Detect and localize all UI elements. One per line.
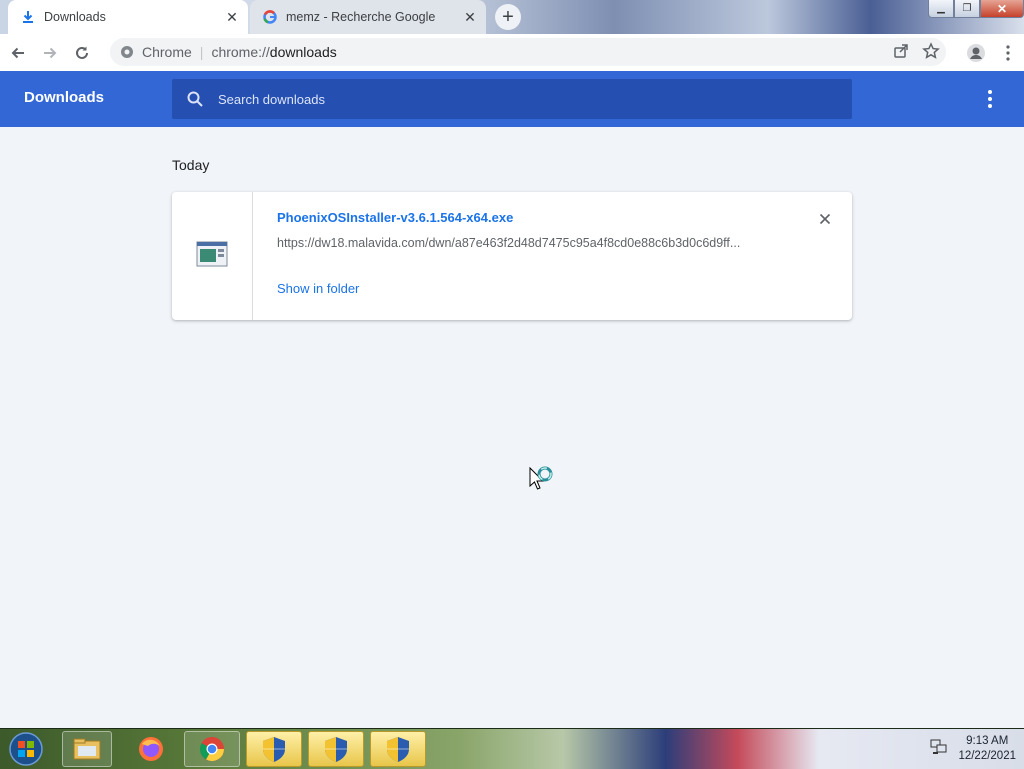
kebab-menu-icon[interactable] — [994, 39, 1022, 67]
system-clock[interactable]: 9:13 AM 12/22/2021 — [958, 734, 1016, 764]
uac-shield-icon[interactable] — [370, 731, 426, 767]
chrome-site-icon — [120, 45, 134, 59]
uac-shield-icon[interactable] — [246, 731, 302, 767]
show-in-folder-link[interactable]: Show in folder — [277, 281, 359, 296]
uac-shield-icon[interactable] — [308, 731, 364, 767]
tab-title: Downloads — [44, 10, 106, 24]
tab-title: memz - Recherche Google — [286, 10, 436, 24]
tab-downloads[interactable]: Downloads ✕ — [8, 0, 248, 34]
installer-file-icon — [196, 241, 228, 272]
close-window-icon[interactable]: ✕ — [980, 0, 1024, 18]
restore-icon[interactable]: ❐ — [954, 0, 980, 18]
file-name-link[interactable]: PhoenixOSInstaller-v3.6.1.564-x64.exe — [277, 210, 513, 225]
search-bar[interactable] — [172, 79, 852, 119]
close-tab-icon[interactable]: ✕ — [462, 9, 478, 25]
window-controls: ▁ ❐ ✕ — [928, 0, 1024, 20]
file-icon-area — [172, 192, 253, 320]
search-icon — [186, 90, 204, 108]
new-tab-button[interactable]: + — [495, 4, 521, 30]
firefox-icon[interactable] — [124, 731, 178, 767]
site-name: Chrome — [142, 44, 192, 60]
network-icon[interactable] — [930, 739, 948, 760]
browser-toolbar: Chrome | chrome://downloads — [0, 34, 1024, 71]
system-tray: 9:13 AM 12/22/2021 — [930, 731, 1016, 767]
downloads-header: Downloads — [0, 71, 1024, 127]
clock-date: 12/22/2021 — [958, 750, 1016, 762]
reload-icon[interactable] — [68, 39, 96, 67]
tab-google-search[interactable]: memz - Recherche Google ✕ — [250, 0, 486, 34]
profile-avatar-icon[interactable] — [962, 39, 990, 67]
windows-start-icon[interactable] — [4, 730, 48, 768]
minimize-icon[interactable]: ▁ — [928, 0, 954, 18]
file-explorer-icon[interactable] — [62, 731, 112, 767]
url-scheme: chrome:// — [211, 44, 270, 60]
search-input[interactable] — [216, 90, 820, 108]
remove-download-icon[interactable] — [816, 210, 834, 228]
more-actions-icon[interactable] — [980, 89, 1000, 109]
download-icon — [20, 9, 36, 25]
date-group-label: Today — [172, 157, 210, 173]
back-icon[interactable] — [4, 39, 32, 67]
busy-cursor-icon — [528, 466, 558, 501]
windows-taskbar: 9:13 AM 12/22/2021 — [0, 728, 1024, 769]
forward-icon[interactable] — [36, 39, 64, 67]
clock-time: 9:13 AM — [966, 735, 1009, 747]
close-tab-icon[interactable]: ✕ — [224, 9, 240, 25]
address-bar[interactable]: Chrome | chrome://downloads — [110, 38, 946, 66]
tab-strip: Downloads ✕ memz - Recherche Google ✕ + … — [0, 0, 1024, 34]
file-source-url[interactable]: https://dw18.malavida.com/dwn/a87e463f2d… — [277, 236, 777, 250]
google-icon — [262, 9, 278, 25]
omnibox-separator: | — [199, 44, 204, 60]
url-path: downloads — [269, 44, 337, 60]
download-item-card: PhoenixOSInstaller-v3.6.1.564-x64.exe ht… — [172, 192, 852, 320]
page-title: Downloads — [24, 89, 105, 106]
bookmark-star-icon[interactable] — [922, 42, 940, 63]
chrome-icon[interactable] — [184, 731, 240, 767]
share-icon[interactable] — [892, 42, 910, 63]
